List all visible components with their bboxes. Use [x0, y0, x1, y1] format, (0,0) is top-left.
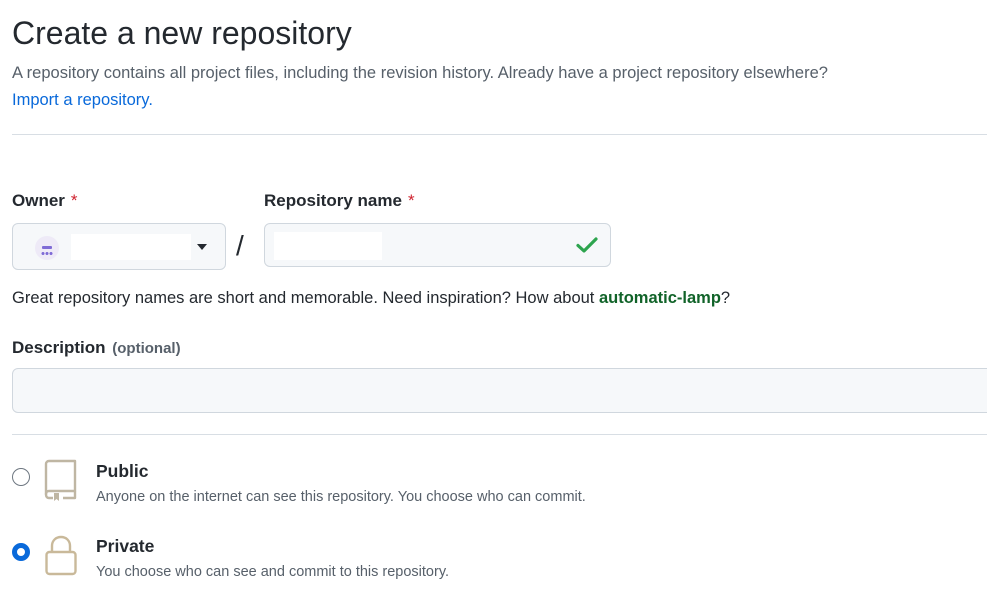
visibility-option-private[interactable]: Private You choose who can see and commi…	[12, 531, 772, 587]
header-divider	[12, 134, 987, 135]
import-repository-link[interactable]: Import a repository.	[12, 88, 153, 113]
owner-avatar	[35, 236, 59, 260]
public-description: Anyone on the internet can see this repo…	[96, 489, 586, 505]
repo-icon	[44, 459, 77, 501]
owner-label-text: Owner	[12, 191, 65, 210]
page-subtitle: A repository contains all project files,…	[12, 64, 828, 82]
description-optional-note: (optional)	[112, 340, 181, 357]
repository-name-hint: Great repository names are short and mem…	[12, 286, 730, 310]
repository-name-label-text: Repository name	[264, 191, 402, 210]
repository-name-redacted	[274, 232, 382, 260]
description-input[interactable]	[12, 368, 987, 413]
owner-required-marker: *	[70, 191, 78, 210]
description-label-text: Description	[12, 338, 106, 357]
new-repository-page: Create a new repository A repository con…	[0, 0, 987, 593]
avatar-dots	[41, 252, 53, 255]
lock-icon	[45, 535, 77, 576]
avatar-pattern	[42, 246, 52, 249]
public-radio[interactable]	[12, 468, 30, 486]
public-title: Public	[96, 461, 149, 481]
hint-suffix: ?	[720, 289, 731, 307]
owner-select[interactable]	[12, 223, 226, 270]
chevron-down-icon	[197, 244, 207, 250]
description-label: Description (optional)	[12, 337, 181, 360]
owner-name-redacted	[71, 234, 191, 260]
private-radio[interactable]	[12, 543, 30, 561]
owner-repo-separator: /	[236, 230, 244, 261]
visibility-divider	[12, 434, 987, 435]
owner-label: Owner *	[12, 190, 78, 212]
repository-name-label: Repository name *	[264, 190, 415, 212]
repository-name-required-marker: *	[407, 191, 415, 210]
visibility-option-public[interactable]: Public Anyone on the internet can see th…	[12, 456, 772, 512]
private-description: You choose who can see and commit to thi…	[96, 564, 450, 580]
hint-text: Great repository names are short and mem…	[12, 289, 599, 307]
suggested-name-link[interactable]: automatic-lamp	[599, 289, 721, 307]
private-title: Private	[96, 536, 155, 556]
check-icon	[576, 237, 598, 253]
page-title: Create a new repository	[12, 15, 352, 51]
repository-name-input[interactable]	[264, 223, 611, 267]
